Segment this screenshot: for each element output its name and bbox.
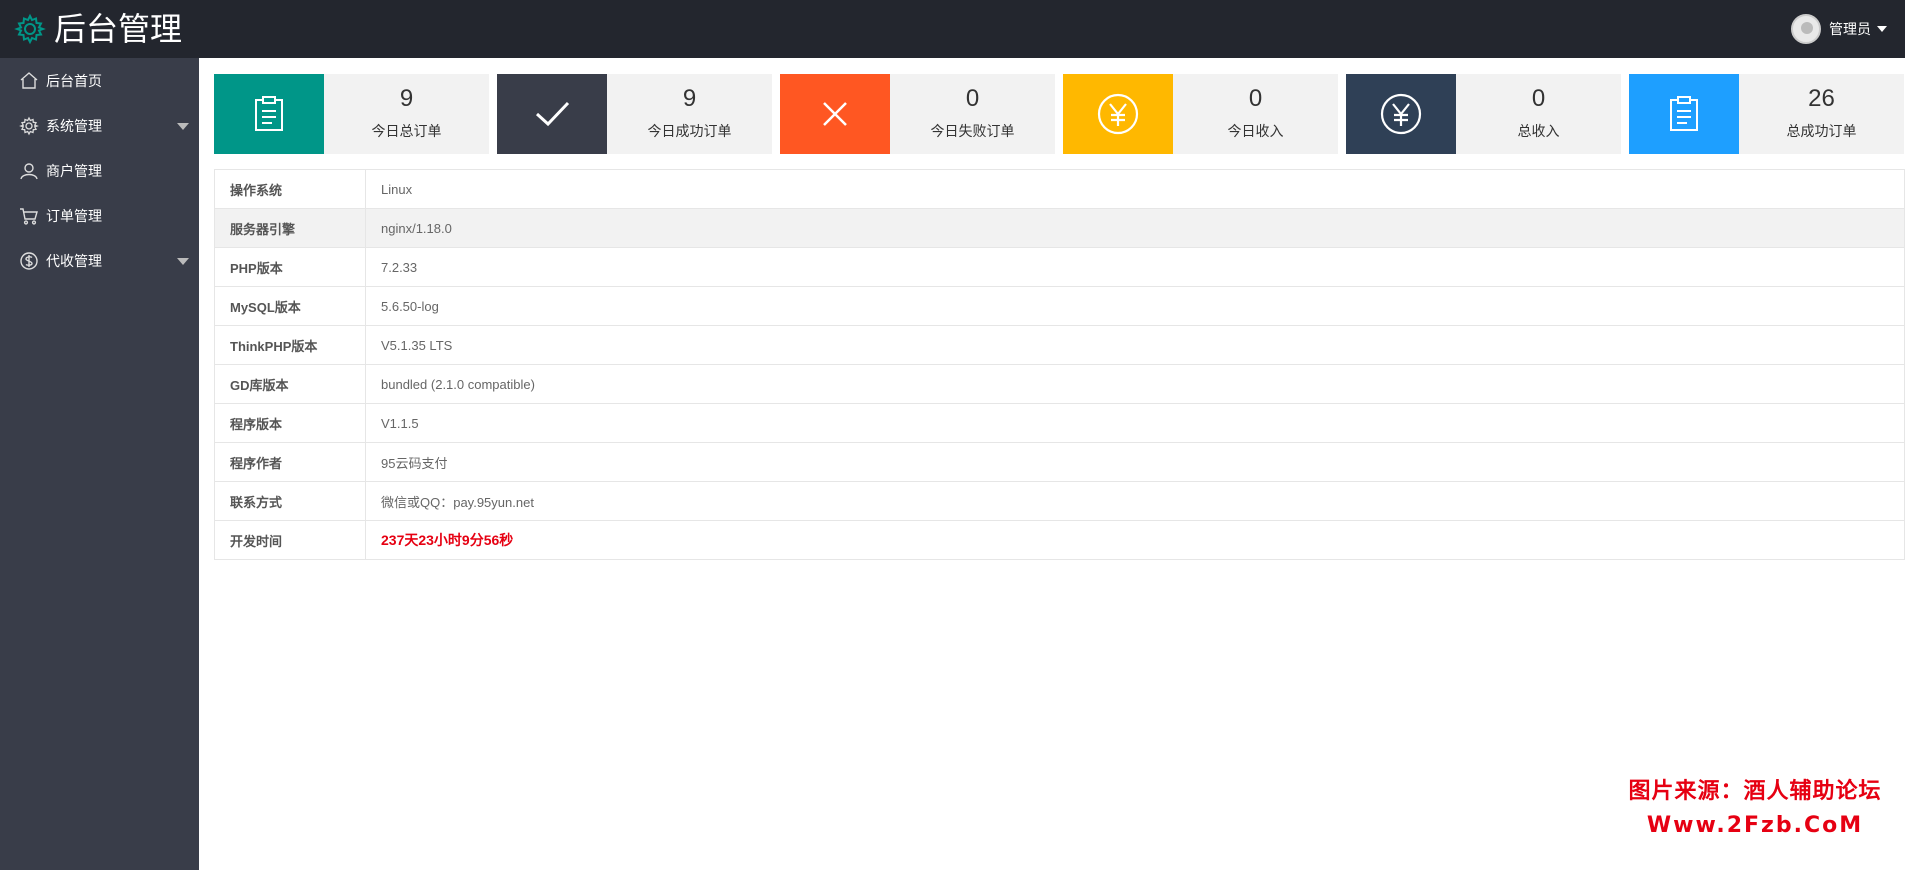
stat-label: 今日成功订单 xyxy=(647,123,732,139)
stat-icon-box xyxy=(214,74,324,154)
sidebar-item-label: 订单管理 xyxy=(46,207,102,224)
table-row: 联系方式 微信或QQ：pay.95yun.net xyxy=(214,481,1905,521)
user-icon xyxy=(20,162,38,179)
sidebar-item-system[interactable]: 系统管理 xyxy=(0,103,199,148)
sidebar-item-orders[interactable]: 订单管理 xyxy=(0,193,199,238)
info-key: 联系方式 xyxy=(214,481,366,521)
table-row: 程序版本 V1.1.5 xyxy=(214,403,1905,443)
watermark: 图片来源：酒人辅助论坛 Www.2Fzb.CoM xyxy=(1620,773,1890,838)
dollar-icon xyxy=(20,251,38,270)
info-key: 开发时间 xyxy=(214,520,366,560)
sidebar-item-label: 商户管理 xyxy=(46,162,102,179)
home-icon xyxy=(20,71,38,89)
close-icon xyxy=(823,102,847,126)
stat-label: 今日失败订单 xyxy=(930,123,1015,139)
table-row: PHP版本 7.2.33 xyxy=(214,247,1905,287)
stat-icon-box xyxy=(1346,74,1456,154)
gear-icon xyxy=(14,13,46,45)
sidebar-item-collection[interactable]: 代收管理 xyxy=(0,238,199,283)
user-menu[interactable]: 管理员 xyxy=(1791,0,1887,58)
sidebar: 后台首页 系统管理 商户管理 订单管理 代收管理 xyxy=(0,58,199,870)
gear-icon xyxy=(19,116,39,135)
info-key: 服务器引擎 xyxy=(214,208,366,248)
info-key: ThinkPHP版本 xyxy=(214,325,366,365)
info-value: 95云码支付 xyxy=(365,442,1905,482)
stat-card-today-orders[interactable]: 9 今日总订单 xyxy=(214,74,489,154)
main-content: 9 今日总订单 9 今日成功订单 0 今日失败订单 0 今日收入 0 总收入 2… xyxy=(199,58,1905,870)
system-info-table: 操作系统 Linux 服务器引擎 nginx/1.18.0 PHP版本 7.2.… xyxy=(214,169,1905,560)
stat-icon-box xyxy=(497,74,607,154)
stat-value: 0 xyxy=(965,85,980,112)
table-row: MySQL版本 5.6.50-log xyxy=(214,286,1905,326)
check-icon xyxy=(535,101,570,127)
sidebar-item-home[interactable]: 后台首页 xyxy=(0,58,199,103)
uptime-value: 237天23小时9分56秒 xyxy=(365,520,1905,560)
info-key: PHP版本 xyxy=(214,247,366,287)
chevron-down-icon xyxy=(1877,26,1887,32)
table-row: ThinkPHP版本 V5.1.35 LTS xyxy=(214,325,1905,365)
chevron-down-icon xyxy=(177,123,189,130)
stat-value: 0 xyxy=(1531,85,1546,112)
info-value: 5.6.50-log xyxy=(365,286,1905,326)
top-header: 后台管理 管理员 xyxy=(0,0,1905,58)
stat-value: 0 xyxy=(1248,85,1263,112)
table-row: 开发时间 237天23小时9分56秒 xyxy=(214,520,1905,560)
stat-card-today-income[interactable]: 0 今日收入 xyxy=(1063,74,1338,154)
avatar-icon xyxy=(1791,14,1821,44)
info-value: 7.2.33 xyxy=(365,247,1905,287)
info-value: bundled (2.1.0 compatible) xyxy=(365,364,1905,404)
chevron-down-icon xyxy=(177,258,189,265)
stat-label: 今日总订单 xyxy=(371,123,442,139)
table-row: 操作系统 Linux xyxy=(214,169,1905,209)
info-value: V5.1.35 LTS xyxy=(365,325,1905,365)
stats-cards: 9 今日总订单 9 今日成功订单 0 今日失败订单 0 今日收入 0 总收入 2… xyxy=(214,74,1905,154)
app-title: 后台管理 xyxy=(54,10,183,48)
info-key: MySQL版本 xyxy=(214,286,366,326)
user-name: 管理员 xyxy=(1829,21,1871,37)
info-value: nginx/1.18.0 xyxy=(365,208,1905,248)
sidebar-item-label: 后台首页 xyxy=(46,72,102,89)
info-key: 操作系统 xyxy=(214,169,366,209)
info-value: 微信或QQ：pay.95yun.net xyxy=(365,481,1905,521)
stat-card-today-failed[interactable]: 0 今日失败订单 xyxy=(780,74,1055,154)
cart-icon xyxy=(20,207,38,225)
sidebar-item-merchant[interactable]: 商户管理 xyxy=(0,148,199,193)
stat-value: 26 xyxy=(1808,85,1835,112)
yen-icon xyxy=(1097,93,1139,135)
stat-card-total-income[interactable]: 0 总收入 xyxy=(1346,74,1621,154)
stat-label: 总收入 xyxy=(1517,123,1560,139)
stat-card-total-success[interactable]: 26 总成功订单 xyxy=(1629,74,1904,154)
stat-label: 今日收入 xyxy=(1227,123,1284,139)
info-key: 程序作者 xyxy=(214,442,366,482)
table-row: 程序作者 95云码支付 xyxy=(214,442,1905,482)
yen-icon xyxy=(1380,93,1422,135)
clipboard-icon xyxy=(1670,96,1698,131)
info-value: Linux xyxy=(365,169,1905,209)
watermark-url: Www.2Fzb.CoM xyxy=(1646,813,1864,838)
info-value: V1.1.5 xyxy=(365,403,1905,443)
stat-icon-box xyxy=(780,74,890,154)
stat-icon-box xyxy=(1063,74,1173,154)
clipboard-icon xyxy=(255,96,283,131)
info-key: 程序版本 xyxy=(214,403,366,443)
stat-card-today-success[interactable]: 9 今日成功订单 xyxy=(497,74,772,154)
sidebar-item-label: 系统管理 xyxy=(46,117,102,134)
table-row: 服务器引擎 nginx/1.18.0 xyxy=(214,208,1905,248)
stat-label: 总成功订单 xyxy=(1786,123,1857,139)
info-key: GD库版本 xyxy=(214,364,366,404)
table-row: GD库版本 bundled (2.1.0 compatible) xyxy=(214,364,1905,404)
stat-icon-box xyxy=(1629,74,1739,154)
stat-value: 9 xyxy=(399,85,414,112)
logo[interactable]: 后台管理 xyxy=(0,0,182,58)
watermark-source: 图片来源：酒人辅助论坛 xyxy=(1628,779,1882,804)
sidebar-item-label: 代收管理 xyxy=(46,252,102,269)
stat-value: 9 xyxy=(682,85,697,112)
